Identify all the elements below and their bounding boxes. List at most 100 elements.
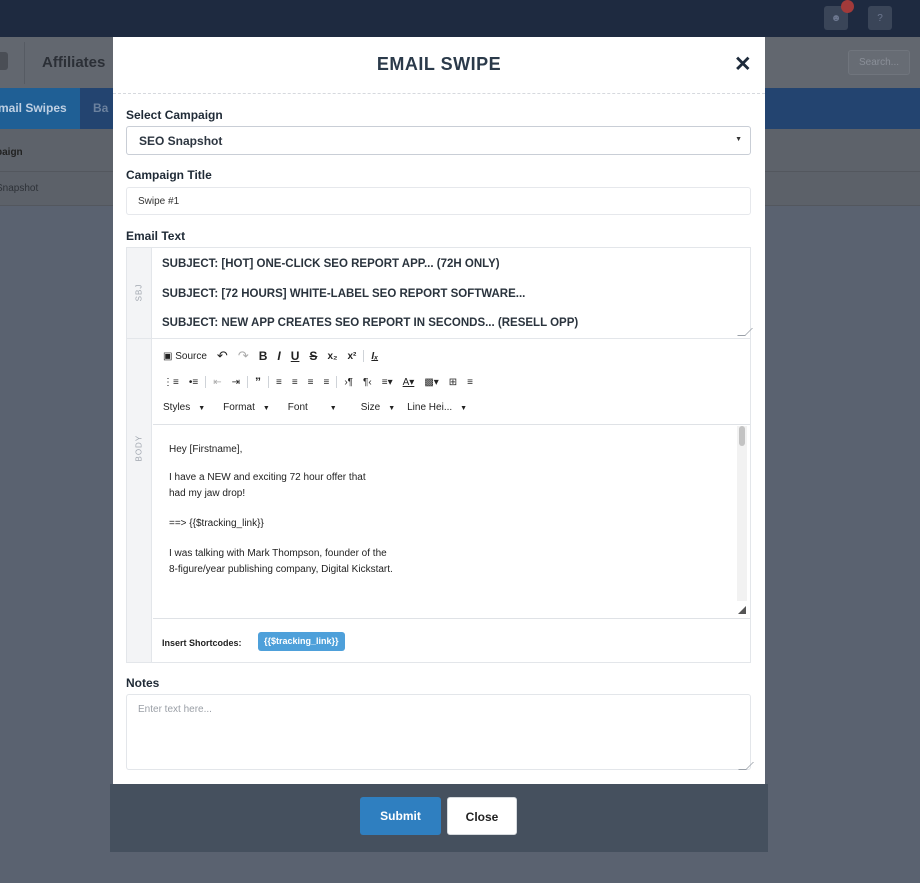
background-color-icon[interactable]: ▩▾ bbox=[424, 377, 438, 388]
table-icon[interactable]: ⊞ bbox=[449, 377, 457, 388]
rtl-icon[interactable]: ¶‹ bbox=[363, 377, 372, 388]
notes-textarea[interactable]: Enter text here... bbox=[126, 694, 751, 770]
italic-icon[interactable]: I bbox=[277, 349, 280, 363]
bold-icon[interactable]: B bbox=[259, 349, 268, 363]
notes-label: Notes bbox=[126, 676, 160, 690]
align-right-icon[interactable]: ≡ bbox=[308, 377, 314, 388]
modal-header: EMAIL SWIPE ✕ bbox=[113, 37, 765, 94]
outdent-icon[interactable]: ⇤ bbox=[213, 377, 221, 388]
format-label: Format bbox=[223, 401, 255, 413]
body-side-label: BODY bbox=[134, 434, 144, 462]
user-menu-button[interactable]: ☻ bbox=[824, 0, 854, 30]
campaign-title-label: Campaign Title bbox=[126, 168, 212, 182]
font-dropdown[interactable]: Font ▼ bbox=[288, 402, 337, 413]
toolbar-separator bbox=[267, 376, 269, 388]
modal-footer: Submit Close bbox=[110, 784, 768, 852]
strikethrough-icon[interactable]: S bbox=[309, 349, 317, 363]
tab-next[interactable]: Ba bbox=[93, 101, 108, 115]
numbered-list-icon[interactable]: ⋮≡ bbox=[163, 377, 179, 388]
caret-down-icon: ▼ bbox=[262, 404, 270, 412]
body-resize-handle[interactable] bbox=[738, 606, 746, 614]
size-dropdown[interactable]: Size ▼ bbox=[361, 402, 395, 413]
toolbar-row-1: ▣ Source ↶ ↷ B I U S x₂ x² Iₓ bbox=[163, 347, 388, 365]
align-justify-icon[interactable]: ≡ bbox=[324, 377, 330, 388]
body-line: had my jaw drop! bbox=[169, 488, 246, 499]
notification-badge bbox=[841, 0, 854, 13]
subject-side-label: SBJ bbox=[134, 283, 144, 302]
underline-icon[interactable]: U bbox=[291, 349, 300, 363]
help-button[interactable]: ? bbox=[868, 6, 892, 30]
shortcode-tracking-link-button[interactable]: {{$tracking_link}} bbox=[258, 632, 345, 651]
superscript-icon[interactable]: x² bbox=[347, 351, 356, 362]
align-left-icon[interactable]: ≡ bbox=[276, 377, 282, 388]
styles-label: Styles bbox=[163, 401, 191, 413]
ltr-icon[interactable]: ›¶ bbox=[344, 377, 353, 388]
line-spacing-icon[interactable]: ≡▾ bbox=[382, 377, 393, 388]
bulleted-list-icon[interactable]: •≡ bbox=[189, 377, 198, 388]
subject-line-3[interactable]: SUBJECT: NEW APP CREATES SEO REPORT IN S… bbox=[162, 317, 578, 329]
tab-email-swipes[interactable]: mail Swipes bbox=[0, 88, 80, 129]
source-label: Source bbox=[175, 350, 207, 362]
caret-down-icon: ▼ bbox=[460, 404, 468, 412]
page-title: Affiliates bbox=[42, 54, 106, 71]
email-body-editor[interactable]: Hey [Firstname], I have a NEW and exciti… bbox=[153, 426, 750, 619]
redo-icon[interactable]: ↷ bbox=[238, 348, 249, 364]
body-tracking-link: ==> {{$tracking_link}} bbox=[169, 518, 264, 529]
align-center-icon[interactable]: ≡ bbox=[292, 377, 298, 388]
subject-resize-handle[interactable] bbox=[737, 328, 753, 336]
submit-button[interactable]: Submit bbox=[360, 797, 441, 835]
toolbar-row-3: Styles ▼ Format ▼ Font ▼ Size ▼ Line Hei... ▼ bbox=[163, 398, 485, 416]
email-editor: SBJ BODY SUBJECT: [HOT] ONE-CLICK SEO RE… bbox=[126, 247, 753, 663]
source-icon: ▣ bbox=[163, 350, 173, 362]
campaign-title-input[interactable]: Swipe #1 bbox=[126, 187, 751, 215]
line-height-label: Line Hei... bbox=[407, 401, 453, 413]
email-text-label: Email Text bbox=[126, 229, 186, 243]
shortcodes-label: Insert Shortcodes: bbox=[162, 638, 242, 648]
table-cell-campaign: Snapshot bbox=[0, 183, 39, 194]
top-navbar: ☻ ? bbox=[0, 0, 920, 37]
caret-down-icon: ▼ bbox=[735, 136, 742, 143]
campaign-select-value: SEO Snapshot bbox=[139, 134, 223, 148]
column-header-campaign: paign bbox=[0, 147, 23, 158]
caret-down-icon: ▼ bbox=[329, 404, 337, 412]
close-button[interactable]: Close bbox=[447, 797, 517, 835]
toolbar-separator bbox=[336, 376, 338, 388]
search-input[interactable]: Search... bbox=[848, 50, 910, 75]
horizontal-rule-icon[interactable]: ≡ bbox=[467, 377, 473, 388]
select-campaign-label: Select Campaign bbox=[126, 108, 223, 122]
toolbar-separator bbox=[363, 350, 365, 362]
caret-down-icon: ▼ bbox=[198, 404, 206, 412]
size-label: Size bbox=[360, 401, 381, 413]
scrollbar-thumb[interactable] bbox=[739, 426, 745, 446]
email-swipe-modal: EMAIL SWIPE ✕ Select Campaign SEO Snapsh… bbox=[113, 37, 765, 784]
undo-icon[interactable]: ↶ bbox=[217, 348, 228, 364]
body-scrollbar[interactable] bbox=[737, 426, 747, 601]
body-line: I have a NEW and exciting 72 hour offer … bbox=[169, 472, 366, 483]
shortcodes-bar: Insert Shortcodes: {{$tracking_link}} bbox=[153, 620, 750, 662]
subject-line-2[interactable]: SUBJECT: [72 HOURS] WHITE-LABEL SEO REPO… bbox=[162, 288, 525, 300]
toolbar-separator bbox=[246, 376, 248, 388]
editor-toolbar: ▣ Source ↶ ↷ B I U S x₂ x² Iₓ ⋮≡ •≡ ⇤ ⇥ … bbox=[153, 339, 750, 425]
source-button[interactable]: ▣ Source bbox=[163, 351, 207, 362]
header-divider bbox=[24, 42, 25, 84]
user-icon: ☻ bbox=[830, 12, 842, 24]
text-color-icon[interactable]: A▾ bbox=[403, 377, 415, 388]
toolbar-row-2: ⋮≡ •≡ ⇤ ⇥ ” ≡ ≡ ≡ ≡ ›¶ ¶‹ ≡▾ A▾ ▩▾ ⊞ ≡ bbox=[163, 373, 483, 391]
remove-format-icon[interactable]: Iₓ bbox=[371, 351, 378, 362]
styles-dropdown[interactable]: Styles ▼ bbox=[163, 402, 205, 413]
indent-icon[interactable]: ⇥ bbox=[232, 377, 240, 388]
subject-line-1[interactable]: SUBJECT: [HOT] ONE-CLICK SEO REPORT APP.… bbox=[162, 258, 500, 270]
toolbar-separator bbox=[205, 376, 207, 388]
help-icon: ? bbox=[877, 12, 883, 24]
blockquote-icon[interactable]: ” bbox=[255, 375, 261, 389]
close-icon[interactable]: ✕ bbox=[734, 52, 752, 77]
body-line: I was talking with Mark Thompson, founde… bbox=[169, 548, 387, 559]
body-line: 8-figure/year publishing company, Digita… bbox=[169, 564, 393, 575]
line-height-dropdown[interactable]: Line Hei... ▼ bbox=[407, 402, 467, 413]
font-label: Font bbox=[287, 401, 308, 413]
format-dropdown[interactable]: Format ▼ bbox=[223, 402, 270, 413]
subscript-icon[interactable]: x₂ bbox=[327, 351, 337, 362]
caret-down-icon: ▼ bbox=[388, 404, 396, 412]
body-greeting: Hey [Firstname], bbox=[169, 444, 243, 455]
campaign-select[interactable]: SEO Snapshot ▼ bbox=[126, 126, 751, 155]
